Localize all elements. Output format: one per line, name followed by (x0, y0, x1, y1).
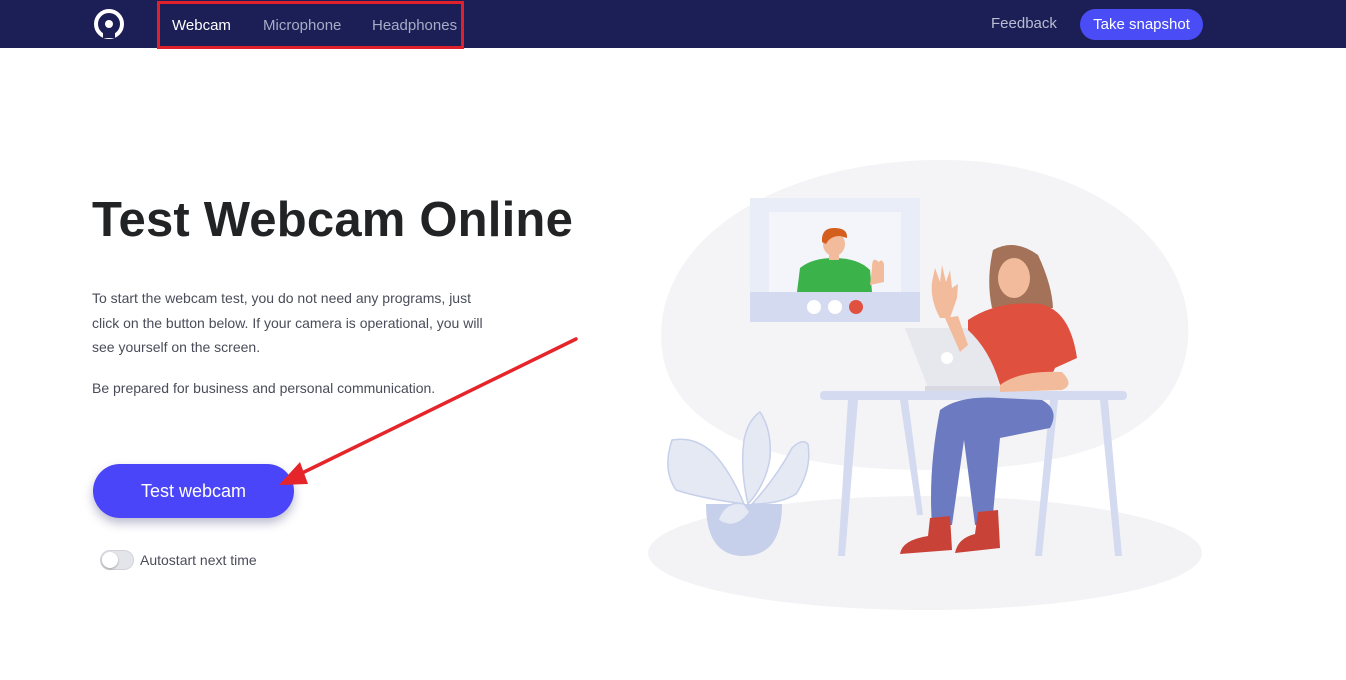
video-call-window (750, 198, 920, 322)
test-webcam-button[interactable]: Test webcam (93, 464, 294, 518)
autostart-toggle[interactable] (100, 550, 134, 570)
feedback-link[interactable]: Feedback (991, 15, 1057, 32)
video-call-illustration (648, 159, 1202, 610)
tab-headphones[interactable]: Headphones (372, 17, 457, 34)
secondary-paragraph: Be prepared for business and personal co… (92, 380, 436, 396)
autostart-label: Autostart next time (140, 552, 257, 568)
top-navbar: Webcam Microphone Headphones Feedback Ta… (0, 0, 1346, 49)
take-snapshot-button[interactable]: Take snapshot (1080, 9, 1203, 40)
intro-paragraph: To start the webcam test, you do not nee… (92, 290, 483, 355)
tab-microphone[interactable]: Microphone (263, 17, 341, 34)
webcam-logo-icon[interactable] (92, 8, 126, 40)
nav-tabs-highlight: Webcam Microphone Headphones (157, 1, 464, 49)
tab-webcam[interactable]: Webcam (172, 17, 231, 34)
toggle-knob (102, 552, 118, 568)
page-title: Test Webcam Online (92, 193, 574, 247)
